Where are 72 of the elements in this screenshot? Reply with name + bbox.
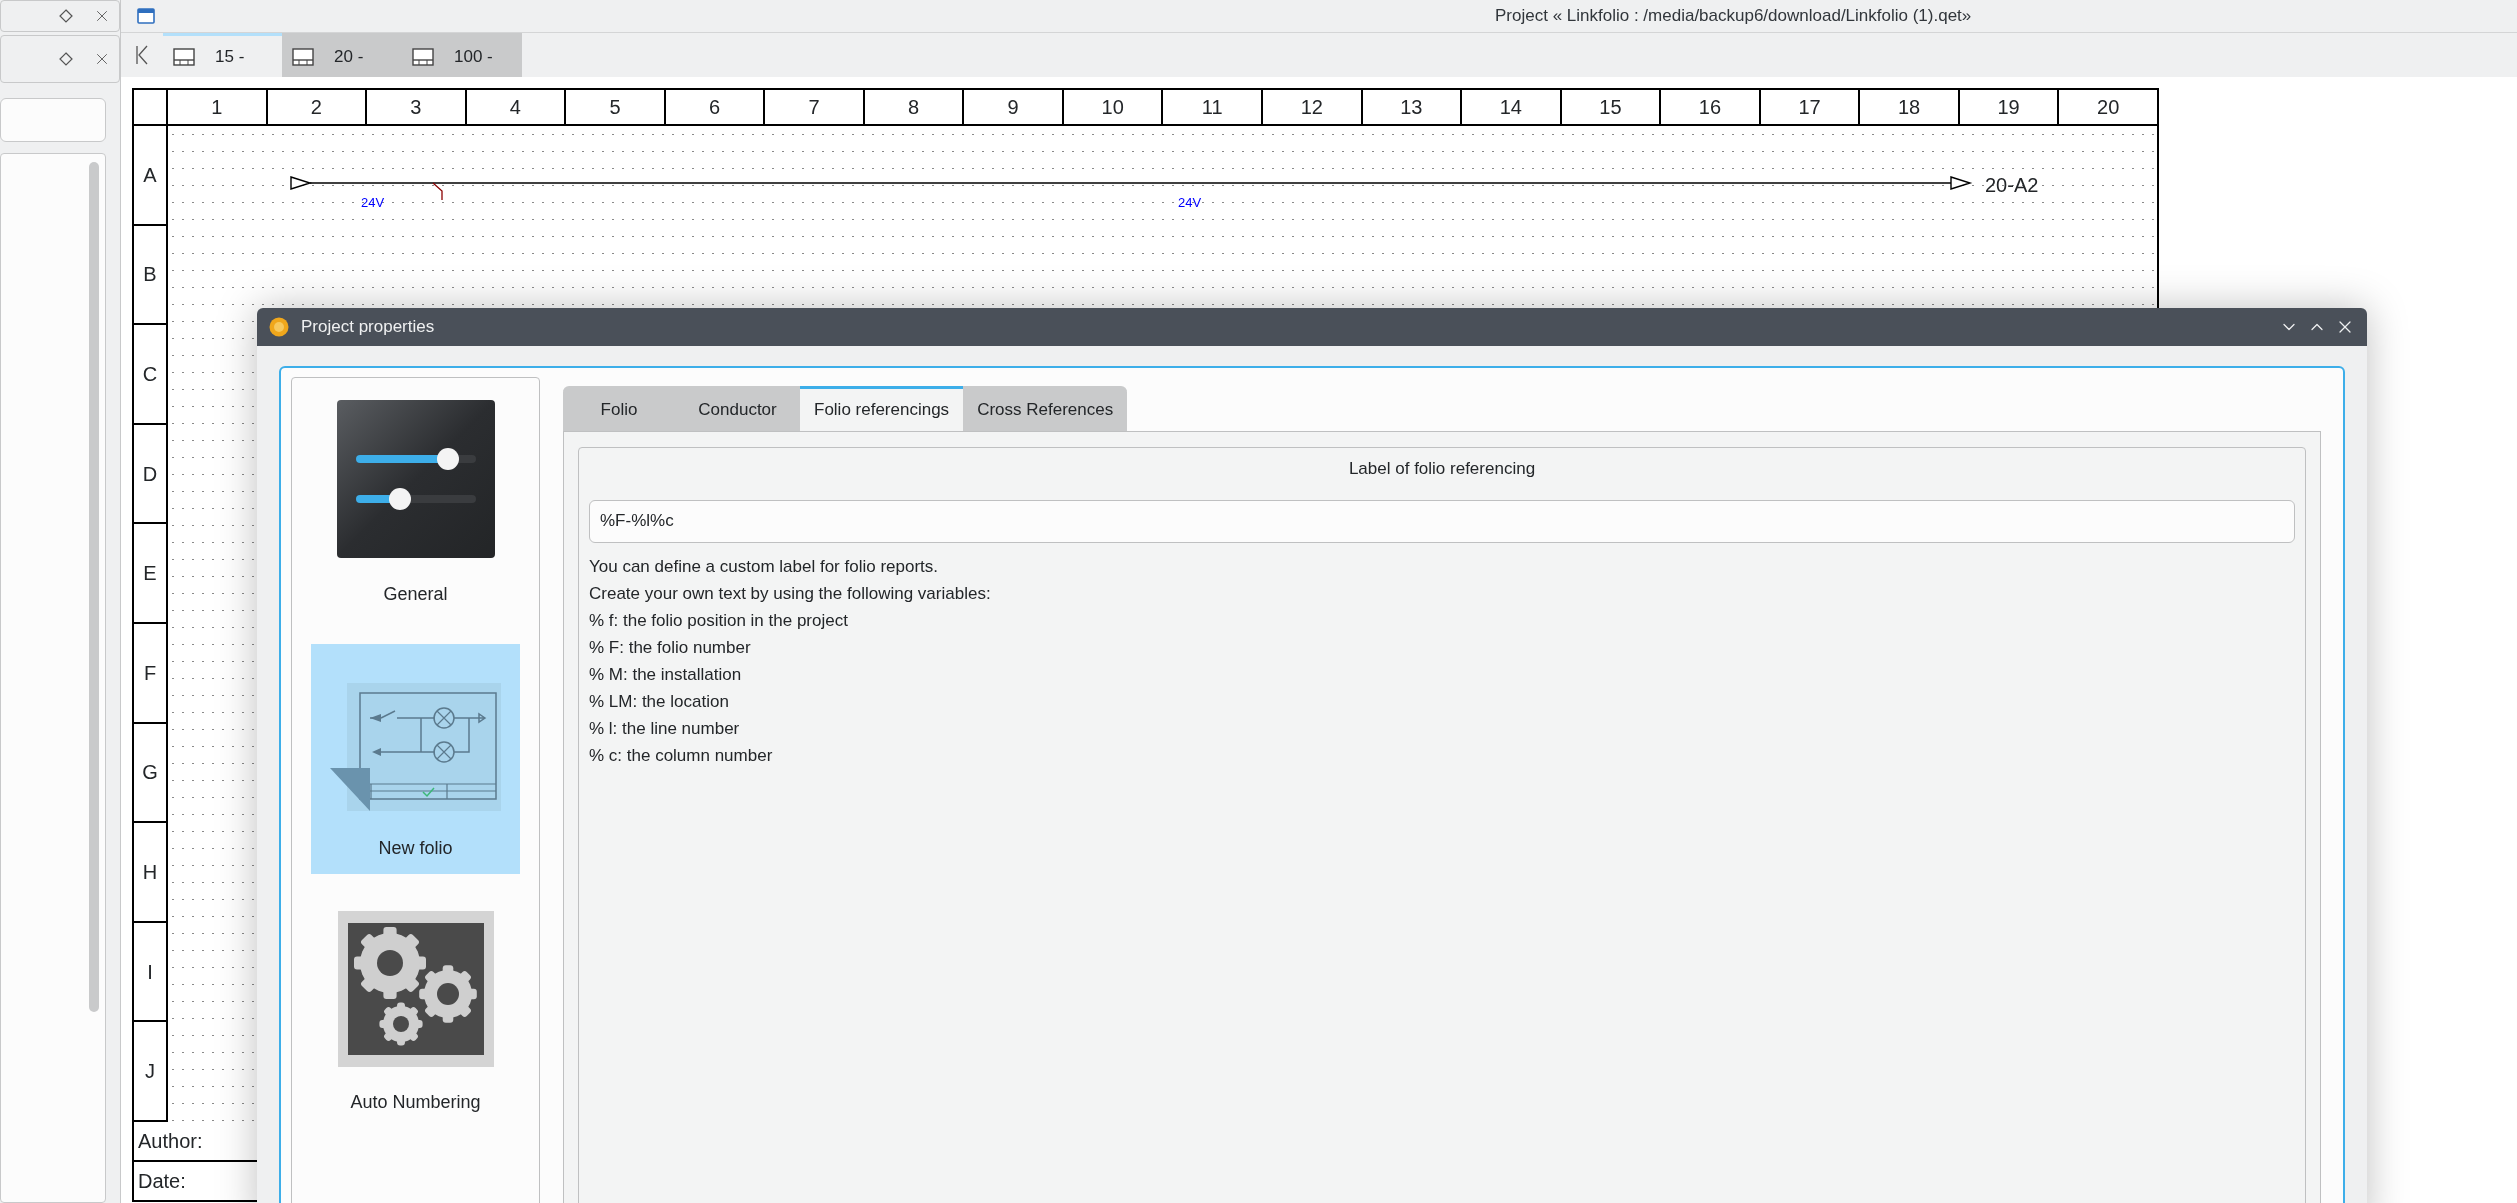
label-input-field[interactable]: %F-%l%c [589, 499, 2295, 543]
column-header: 15 [1561, 90, 1662, 124]
row-header: F [134, 623, 166, 724]
float-icon[interactable] [59, 52, 73, 66]
help-text-line: % LM: the location [589, 690, 729, 713]
title-block-label: Author: [138, 1128, 203, 1154]
row-header: C [134, 325, 166, 425]
column-header: 20 [2059, 90, 2159, 124]
tab[interactable]: Conductor [675, 386, 800, 431]
schematic-sheet-icon [328, 681, 503, 813]
column-header: 5 [566, 90, 666, 124]
help-text-line: % l: the line number [589, 717, 740, 740]
column-header: 9 [964, 90, 1064, 124]
row-header: I [134, 922, 166, 1023]
column-header: 6 [665, 90, 766, 124]
first-tab-icon [135, 45, 149, 65]
row-header: B [134, 225, 166, 326]
folder-icon[interactable] [137, 7, 155, 25]
wire-branch [432, 182, 443, 201]
category-item[interactable]: General [311, 390, 520, 620]
column-header: 4 [466, 90, 567, 124]
help-text-line: % c: the column number [589, 744, 773, 767]
sheet-icon [292, 47, 314, 66]
column-header: 16 [1661, 90, 1761, 124]
row-header: J [134, 1022, 166, 1122]
row-header: G [134, 723, 166, 824]
terminal-arrow [1950, 176, 1973, 190]
tab[interactable]: Cross References [963, 386, 1128, 431]
title-block-label: Date: [138, 1168, 186, 1194]
tab[interactable]: Folio referencings [800, 386, 964, 431]
group-title: Label of folio referencing [1348, 458, 1536, 480]
column-header: 8 [864, 90, 965, 124]
scrollbar[interactable] [89, 162, 99, 1012]
row-header: A [134, 126, 166, 226]
help-text-line: % F: the folio number [589, 636, 751, 659]
app-logo-icon [269, 317, 289, 337]
terminal-arrow [290, 176, 313, 190]
category-item[interactable]: New folio [311, 644, 520, 874]
column-header: 19 [1959, 90, 2060, 124]
gears-icon [337, 911, 494, 1067]
wire-label: 24V [1178, 194, 1202, 212]
column-header: 2 [267, 90, 368, 124]
column-header: 12 [1263, 90, 1363, 124]
float-icon[interactable] [59, 9, 73, 23]
column-header: 1 [168, 90, 268, 124]
row-header: E [134, 524, 166, 624]
filter-field[interactable] [0, 98, 106, 142]
sheet-tab[interactable]: 100 - [402, 33, 522, 77]
row-header: H [134, 823, 166, 923]
column-header: 3 [367, 90, 467, 124]
sheet-icon [173, 47, 195, 66]
help-text-line: You can define a custom label for folio reports. [589, 555, 939, 578]
category-item[interactable]: Auto Numbering [311, 898, 520, 1128]
tab[interactable]: Folio [563, 386, 675, 431]
help-text-line: % M: the installation [589, 663, 742, 686]
window-title: Project « Linkfolio : /media/backup6/download/Linkfolio (1).qet» [1495, 5, 1972, 28]
help-text-line: Create your own text by using the following variables: [589, 582, 991, 605]
cross-reference: 20-A2 [1985, 173, 2039, 198]
row-header: D [134, 424, 166, 525]
column-header: 17 [1760, 90, 1861, 124]
sheet-icon [412, 47, 434, 66]
dialog-title: Project properties [301, 316, 435, 339]
sheet-tab[interactable]: 20 - [282, 33, 402, 77]
column-header: 7 [765, 90, 865, 124]
column-header: 10 [1063, 90, 1164, 124]
column-header: 13 [1362, 90, 1463, 124]
column-header: 11 [1163, 90, 1263, 124]
sliders-icon [335, 399, 496, 559]
wire-label: 24V [361, 194, 385, 212]
column-header: 14 [1462, 90, 1562, 124]
column-header: 18 [1860, 90, 1960, 124]
help-text-line: % f: the folio position in the project [589, 609, 848, 632]
